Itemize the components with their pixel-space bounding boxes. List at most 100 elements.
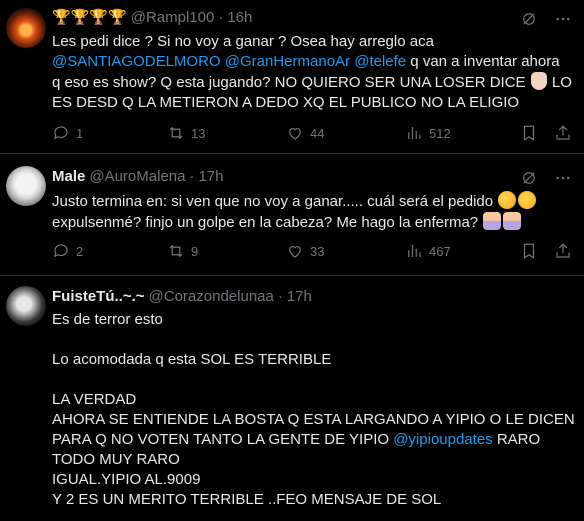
text-line: @SANTIAGODELMORO @GranHermanoAr @telefe … — [52, 52, 580, 72]
grok-icon[interactable] — [520, 169, 538, 187]
like-button[interactable]: 33 — [286, 242, 324, 260]
text-line: Es de terror esto — [52, 310, 580, 330]
text-segment: q eso es show? Q esta jugando? NO QUIERO… — [52, 74, 530, 91]
more-icon[interactable] — [554, 10, 572, 28]
tweet-2[interactable]: Male @AuroMalena · 17h Justo termina en:… — [0, 154, 584, 276]
timestamp[interactable]: 17h — [198, 167, 223, 187]
person-emoji — [503, 212, 522, 230]
text-line: AHORA SE ENTIENDE LA BOSTA Q ESTA LARGAN… — [52, 410, 580, 430]
more-icon[interactable] — [554, 169, 572, 187]
text-line — [52, 330, 580, 350]
text-line: LA VERDAD — [52, 390, 580, 410]
text-segment: q van a inventar ahora — [406, 53, 560, 70]
text-line: ES DESD Q LA METIERON A DEDO XQ EL PUBLI… — [52, 93, 580, 113]
timestamp[interactable]: 16h — [227, 8, 252, 28]
like-count: 44 — [310, 125, 325, 141]
views-icon — [408, 245, 421, 257]
tweet-top-icons — [520, 169, 572, 187]
like-icon — [289, 246, 301, 258]
user-handle[interactable]: @Rampl100 — [131, 8, 215, 28]
separator-dot: · — [189, 168, 195, 185]
text-line — [52, 370, 580, 390]
views-count: 467 — [429, 243, 451, 259]
text-segment: RARO — [492, 431, 541, 448]
text-line: q eso es show? Q esta jugando? NO QUIERO… — [52, 72, 580, 93]
display-name[interactable]: Male — [52, 167, 85, 187]
text-segment: Y 2 ES UN MERITO TERRIBLE ..FEO MENSAJE … — [52, 491, 442, 508]
retweet-icon — [169, 244, 183, 258]
retweet-icon — [169, 126, 183, 140]
separator-dot: · — [218, 9, 224, 26]
grok-icon[interactable] — [520, 10, 538, 28]
user-handle[interactable]: @AuroMalena — [89, 167, 185, 187]
reply-count: 1 — [76, 125, 84, 141]
text-segment: Es de terror esto — [52, 311, 163, 328]
retweet-count: 9 — [191, 243, 199, 259]
tweet-1[interactable]: 🏆🏆🏆🏆 @Rampl100 · 16h Les pedi dice ? Si … — [0, 0, 584, 154]
tweet-bottom-icons — [520, 242, 572, 260]
retweet-button[interactable]: 13 — [167, 124, 205, 142]
tweet-header: FuisteTú..~.~ @Corazondelunaa · 17h — [52, 287, 312, 307]
tweet-text: Les pedi dice ? Si no voy a ganar ? Osea… — [52, 32, 580, 113]
tweet-3[interactable]: FuisteTú..~.~ @Corazondelunaa · 17h Es d… — [0, 276, 584, 521]
text-segment: PARA Q NO VOTEN TANTO LA GENTE DE YIPIO — [52, 431, 394, 448]
reply-button[interactable]: 2 — [52, 242, 83, 260]
retweet-button[interactable]: 9 — [167, 242, 198, 260]
share-icon[interactable] — [554, 242, 572, 260]
user-handle[interactable]: @Corazondelunaa — [149, 287, 274, 307]
mention-link[interactable]: @GranHermanoAr — [225, 53, 350, 70]
text-segment: ES DESD Q LA METIERON A DEDO XQ EL PUBLI… — [52, 94, 520, 111]
views-count: 512 — [429, 125, 451, 141]
tweet-header: Male @AuroMalena · 17h — [52, 167, 224, 187]
like-count: 33 — [310, 243, 325, 259]
action-bar: 2 9 33 467 — [52, 242, 502, 262]
mention-link[interactable]: @SANTIAGODELMORO — [52, 53, 221, 70]
text-line: Lo acomodada q esta SOL ES TERRIBLE — [52, 350, 580, 370]
avatar[interactable] — [6, 286, 46, 326]
bookmark-icon[interactable] — [520, 124, 538, 142]
text-line: TODO MUY RARO — [52, 450, 580, 470]
tweet-text: Es de terror esto Lo acomodada q esta SOL… — [52, 310, 580, 510]
text-line: Les pedi dice ? Si no voy a ganar ? Osea… — [52, 32, 580, 52]
tweet-top-icons — [520, 10, 572, 28]
person-emoji — [483, 212, 502, 230]
separator-dot: · — [277, 288, 283, 305]
views-button[interactable]: 512 — [405, 124, 451, 142]
think-emoji — [498, 191, 517, 209]
tweet-header: 🏆🏆🏆🏆 @Rampl100 · 16h — [52, 8, 252, 28]
like-icon — [289, 128, 301, 140]
hand-emoji — [530, 72, 547, 90]
text-segment: expulsenmé? finjo un golpe en la cabeza?… — [52, 214, 483, 231]
text-segment: Les pedi dice ? Si no voy a ganar ? Osea… — [52, 33, 434, 50]
think-emoji — [518, 191, 537, 209]
avatar[interactable] — [6, 166, 46, 206]
text-line: PARA Q NO VOTEN TANTO LA GENTE DE YIPIO … — [52, 430, 580, 450]
text-line: IGUAL.YIPIO AL.9009 — [52, 470, 580, 490]
mention-link[interactable]: @telefe — [354, 53, 406, 70]
avatar[interactable] — [6, 8, 46, 48]
text-segment: LA VERDAD — [52, 391, 137, 408]
display-name[interactable]: FuisteTú..~.~ — [52, 287, 145, 307]
mention-link[interactable]: @yipioupdates — [393, 431, 492, 448]
views-button[interactable]: 467 — [405, 242, 451, 260]
text-line: expulsenmé? finjo un golpe en la cabeza?… — [52, 212, 580, 233]
reply-count: 2 — [76, 243, 84, 259]
like-button[interactable]: 44 — [286, 124, 324, 142]
text-segment: LO — [547, 74, 572, 91]
trophy-badge: 🏆🏆🏆🏆 — [52, 9, 127, 26]
reply-icon — [54, 244, 68, 258]
text-line: Y 2 ES UN MERITO TERRIBLE ..FEO MENSAJE … — [52, 490, 580, 510]
text-line: Justo termina en: si ven que no voy a ga… — [52, 191, 580, 212]
reply-icon — [54, 126, 68, 140]
share-icon[interactable] — [554, 124, 572, 142]
reply-button[interactable]: 1 — [52, 124, 83, 142]
bookmark-icon[interactable] — [520, 242, 538, 260]
text-segment: IGUAL.YIPIO AL.9009 — [52, 471, 201, 488]
text-segment: TODO MUY RARO — [52, 451, 180, 468]
text-segment: AHORA SE ENTIENDE LA BOSTA Q ESTA LARGAN… — [52, 411, 575, 428]
tweet-text: Justo termina en: si ven que no voy a ga… — [52, 191, 580, 233]
text-segment: Lo acomodada q esta SOL ES TERRIBLE — [52, 351, 332, 368]
views-icon — [408, 127, 421, 139]
timestamp[interactable]: 17h — [287, 287, 312, 307]
retweet-count: 13 — [191, 125, 206, 141]
